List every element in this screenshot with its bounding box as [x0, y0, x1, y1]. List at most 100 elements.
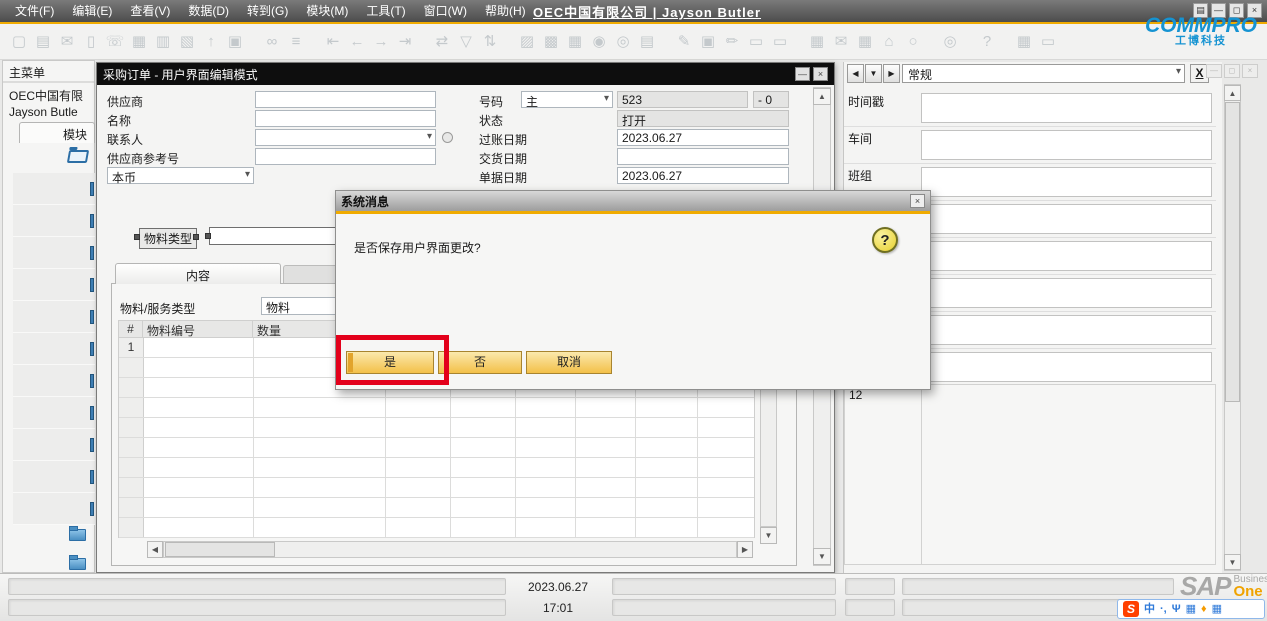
selection-handle[interactable] — [205, 233, 211, 239]
item-code-cell[interactable] — [144, 498, 254, 517]
item-code-cell[interactable] — [144, 418, 254, 437]
scroll-left-icon[interactable]: ◀ — [147, 541, 163, 558]
copy-to-icon[interactable]: ▩ — [540, 31, 562, 53]
refresh-icon[interactable]: ⇄ — [431, 31, 453, 53]
udf-field-input[interactable] — [921, 204, 1212, 234]
vendor-ref-input[interactable] — [255, 148, 436, 165]
scroll-down-icon[interactable]: ▼ — [813, 548, 831, 565]
udf-field-input[interactable] — [921, 130, 1212, 160]
menu-item[interactable]: 窗口(W) — [415, 4, 476, 18]
export-word-icon[interactable]: ▥ — [152, 31, 174, 53]
minimize-icon[interactable]: — — [1206, 64, 1222, 78]
filter-icon[interactable]: ▽ — [455, 31, 477, 53]
scroll-up-icon[interactable]: ▲ — [1224, 85, 1241, 101]
menu-item[interactable]: 数据(D) — [179, 4, 238, 18]
table-row[interactable] — [119, 458, 754, 478]
item-code-cell[interactable] — [144, 358, 254, 377]
table-icon[interactable]: ▦ — [854, 31, 876, 53]
note-icon[interactable]: ▭ — [769, 31, 791, 53]
preview-icon[interactable]: ▢ — [8, 31, 30, 53]
sms-icon[interactable]: ▯ — [80, 31, 102, 53]
module-list-item[interactable] — [13, 397, 95, 429]
service-call-icon[interactable]: ▦ — [1013, 31, 1035, 53]
menu-item[interactable]: 转到(G) — [238, 4, 297, 18]
help-icon[interactable]: ? — [872, 227, 898, 253]
export-excel-icon[interactable]: ▦ — [128, 31, 150, 53]
document-date-input[interactable]: 2023.06.27 — [617, 167, 789, 184]
scroll-down-icon[interactable]: ▼ — [1224, 554, 1241, 570]
folder-icon[interactable] — [69, 558, 86, 570]
module-list-item[interactable] — [13, 205, 95, 237]
category-menu-icon[interactable]: ▼ — [865, 64, 882, 83]
fax-icon[interactable]: ☏ — [104, 31, 126, 53]
udf-field-input[interactable] — [921, 93, 1212, 123]
table-row[interactable] — [119, 518, 754, 538]
col-header-item-code[interactable]: 物料编号 — [142, 320, 253, 338]
next-category-icon[interactable]: ▶ — [883, 64, 900, 83]
doc-edit-icon[interactable]: ✏ — [721, 31, 743, 53]
form-settings-icon[interactable]: ▣ — [697, 31, 719, 53]
udf-field-input[interactable] — [921, 167, 1212, 197]
skin-icon[interactable]: ♦ — [1201, 601, 1207, 617]
menu-item[interactable]: 工具(T) — [357, 4, 414, 18]
scrollbar-thumb[interactable] — [1225, 102, 1240, 402]
module-list-item[interactable] — [13, 429, 95, 461]
find-icon[interactable]: ∞ — [261, 31, 283, 53]
module-list-item[interactable] — [13, 365, 95, 397]
calendar-icon[interactable]: ▦ — [806, 31, 828, 53]
yes-button[interactable]: 是 — [346, 351, 434, 374]
folder-icon[interactable] — [69, 529, 86, 541]
support-icon[interactable]: ▭ — [1037, 31, 1059, 53]
calculator-icon[interactable]: ▦ — [564, 31, 586, 53]
chart-icon[interactable]: ◎ — [612, 31, 634, 53]
table-row[interactable] — [119, 438, 754, 458]
journal-icon[interactable]: ▤ — [636, 31, 658, 53]
menu-item[interactable]: 编辑(E) — [63, 4, 121, 18]
selection-handle[interactable] — [193, 234, 199, 240]
table-row[interactable] — [119, 478, 754, 498]
chinese-mode-icon[interactable]: 中 — [1144, 601, 1155, 617]
org-chart-icon[interactable]: ⌂ — [878, 31, 900, 53]
contact-select[interactable] — [255, 129, 436, 146]
module-list-item[interactable] — [13, 237, 95, 269]
email-icon[interactable]: ✉ — [56, 31, 78, 53]
dialog-titlebar[interactable]: 系统消息 × — [336, 191, 930, 211]
udf-field-input[interactable] — [921, 352, 1212, 382]
sort-icon[interactable]: ⇅ — [479, 31, 501, 53]
print-icon[interactable]: ▤ — [32, 31, 54, 53]
currency-select[interactable]: 本币 — [107, 167, 254, 184]
scroll-down-icon[interactable]: ▼ — [760, 527, 777, 544]
export-pdf-icon[interactable]: ▧ — [176, 31, 198, 53]
close-icon[interactable]: × — [813, 67, 828, 81]
vendor-input[interactable] — [255, 91, 436, 108]
module-list-item[interactable] — [13, 173, 95, 205]
menu-item[interactable]: 帮助(H) — [476, 4, 535, 18]
payment-icon[interactable]: ◉ — [588, 31, 610, 53]
table-row[interactable] — [119, 418, 754, 438]
item-code-cell[interactable] — [144, 378, 254, 397]
last-record-icon[interactable]: ⇥ — [394, 31, 416, 53]
category-select[interactable]: 常规 — [902, 64, 1185, 83]
cancel-button[interactable]: 取消 — [526, 351, 612, 374]
close-icon[interactable]: × — [910, 194, 925, 208]
toolbox-icon[interactable]: ▦ — [1212, 601, 1222, 617]
help-icon[interactable]: ? — [976, 31, 998, 53]
udf-field-input[interactable] — [921, 241, 1212, 271]
col-header-num[interactable]: # — [118, 320, 143, 338]
module-list-item[interactable] — [13, 333, 95, 365]
item-type-label[interactable]: 物料类型 — [139, 228, 197, 249]
scroll-right-icon[interactable]: ▶ — [737, 541, 753, 558]
scroll-up-icon[interactable]: ▲ — [813, 88, 831, 105]
keyboard-icon[interactable]: ▦ — [1186, 601, 1196, 617]
previous-record-icon[interactable]: ← — [346, 31, 368, 53]
item-code-cell[interactable] — [144, 438, 254, 457]
menu-item[interactable]: 查看(V) — [121, 4, 179, 18]
open-folder-icon[interactable] — [67, 150, 89, 163]
name-input[interactable] — [255, 110, 436, 127]
item-code-cell[interactable] — [144, 518, 254, 537]
web-icon[interactable]: ◎ — [939, 31, 961, 53]
link-circle-icon[interactable] — [442, 132, 453, 143]
po-window-titlebar[interactable]: 采购订单 - 用户界面编辑模式 — × — [97, 63, 834, 85]
item-code-cell[interactable] — [144, 478, 254, 497]
message-icon[interactable]: ▭ — [745, 31, 767, 53]
